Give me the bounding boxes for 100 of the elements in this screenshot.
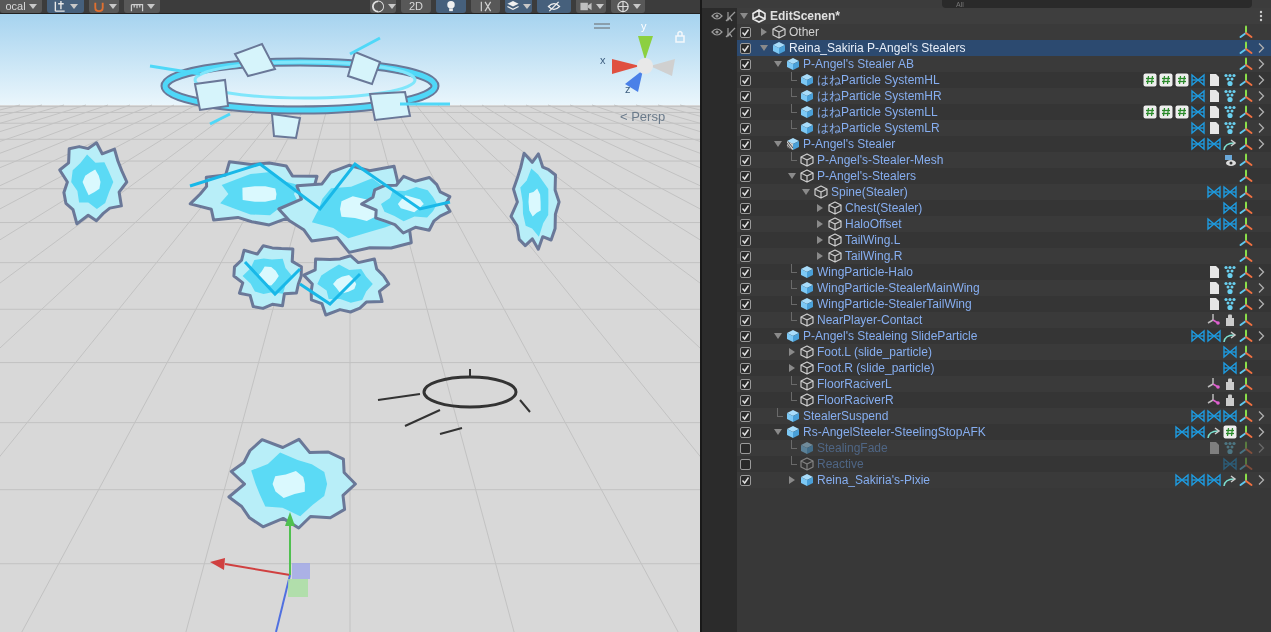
hierarchy-row[interactable]: Foot.R (slide_particle)	[737, 360, 1271, 376]
hierarchy-row[interactable]: P-Angel's-Stealers	[737, 168, 1271, 184]
chevron-right-icon[interactable]	[1257, 298, 1265, 310]
collapsed-arrow-icon[interactable]	[815, 219, 825, 229]
hierarchy-row[interactable]: FloorRaciverL	[737, 376, 1271, 392]
hierarchy-row[interactable]: P-Angel's-Stealer-Mesh	[737, 152, 1271, 168]
active-checkbox[interactable]	[740, 458, 751, 470]
chevron-right-icon[interactable]	[1257, 474, 1265, 486]
expanded-arrow-icon[interactable]	[801, 187, 811, 197]
hierarchy-row[interactable]: Chest(Stealer)	[737, 200, 1271, 216]
active-checkbox[interactable]	[740, 298, 751, 310]
toolbar-toggle-button[interactable]	[436, 0, 466, 13]
active-checkbox[interactable]	[740, 378, 751, 390]
chevron-right-icon[interactable]	[1257, 410, 1265, 422]
eye-icon[interactable]	[711, 27, 723, 37]
hierarchy-row[interactable]: HaloOffset	[737, 216, 1271, 232]
eye-icon[interactable]	[711, 11, 723, 21]
hierarchy-row[interactable]: Other	[737, 24, 1271, 40]
active-checkbox[interactable]	[740, 234, 751, 246]
hierarchy-row[interactable]: WingParticle-Halo	[737, 264, 1271, 280]
collapsed-arrow-icon[interactable]	[787, 475, 797, 485]
hierarchy-row[interactable]: WingParticle-StealerMainWing	[737, 280, 1271, 296]
active-checkbox[interactable]	[740, 154, 751, 166]
active-checkbox[interactable]	[740, 282, 751, 294]
chevron-right-icon[interactable]	[1257, 266, 1265, 278]
active-checkbox[interactable]	[740, 42, 751, 54]
chevron-right-icon[interactable]	[1257, 426, 1265, 438]
hierarchy-row[interactable]: はねParticle SystemLR	[737, 120, 1271, 136]
active-checkbox[interactable]	[740, 106, 751, 118]
active-checkbox[interactable]	[740, 314, 751, 326]
toolbar-dropdown-button[interactable]	[47, 0, 84, 13]
hierarchy-row[interactable]: Spine(Stealer)	[737, 184, 1271, 200]
chevron-right-icon[interactable]	[1257, 42, 1265, 54]
active-checkbox[interactable]	[740, 186, 751, 198]
collapsed-arrow-icon[interactable]	[787, 363, 797, 373]
toolbar-dropdown-button[interactable]	[576, 0, 606, 13]
toolbar-dropdown-button[interactable]	[370, 0, 396, 13]
expanded-arrow-icon[interactable]	[759, 43, 769, 53]
active-checkbox[interactable]	[740, 74, 751, 86]
more-options-icon[interactable]	[1259, 10, 1263, 22]
hierarchy-row[interactable]: Foot.L (slide_particle)	[737, 344, 1271, 360]
expanded-arrow-icon[interactable]	[773, 427, 783, 437]
hierarchy-row[interactable]: WingParticle-StealerTailWing	[737, 296, 1271, 312]
active-checkbox[interactable]	[740, 58, 751, 70]
hierarchy-row[interactable]: はねParticle SystemLL	[737, 104, 1271, 120]
pivot-dropdown[interactable]: ocal	[0, 0, 42, 13]
selected-hierarchy-row[interactable]: Reina_Sakiria P-Angel's Stealers	[737, 40, 1271, 56]
expanded-arrow-icon[interactable]	[773, 139, 783, 149]
hierarchy-row[interactable]: P-Angel's Stealer AB	[737, 56, 1271, 72]
active-checkbox[interactable]	[740, 138, 751, 150]
mode-toggle-button[interactable]: 2D	[401, 0, 431, 13]
projection-label[interactable]: < Persp	[620, 110, 666, 123]
toolbar-dropdown-button[interactable]	[89, 0, 119, 13]
chevron-right-icon[interactable]	[1257, 330, 1265, 342]
hierarchy-row[interactable]: TailWing.R	[737, 248, 1271, 264]
collapsed-arrow-icon[interactable]	[815, 251, 825, 261]
hierarchy-row[interactable]: FloorRaciverR	[737, 392, 1271, 408]
hierarchy-row[interactable]: TailWing.L	[737, 232, 1271, 248]
hierarchy-row[interactable]: StealerSuspend	[737, 408, 1271, 424]
active-checkbox[interactable]	[740, 170, 751, 182]
expanded-arrow-icon[interactable]	[773, 331, 783, 341]
toolbar-dropdown-button[interactable]	[611, 0, 645, 13]
active-checkbox[interactable]	[740, 346, 751, 358]
chevron-right-icon[interactable]	[1257, 74, 1265, 86]
active-checkbox[interactable]	[740, 250, 751, 262]
collapsed-arrow-icon[interactable]	[787, 347, 797, 357]
chevron-right-icon[interactable]	[1257, 122, 1265, 134]
active-checkbox[interactable]	[740, 394, 751, 406]
collapsed-arrow-icon[interactable]	[815, 235, 825, 245]
active-checkbox[interactable]	[740, 362, 751, 374]
expanded-arrow-icon[interactable]	[739, 11, 749, 21]
collapsed-arrow-icon[interactable]	[815, 203, 825, 213]
hierarchy-row[interactable]: P-Angel's Stealer	[737, 136, 1271, 152]
toolbar-toggle-button[interactable]	[471, 0, 500, 13]
hierarchy-row[interactable]: P-Angel's Stealeing SlideParticle	[737, 328, 1271, 344]
active-checkbox[interactable]	[740, 90, 751, 102]
hierarchy-row[interactable]: はねParticle SystemHL	[737, 72, 1271, 88]
hierarchy-row[interactable]: Reina_Sakiria's-Pixie	[737, 472, 1271, 488]
toolbar-dropdown-button[interactable]	[124, 0, 160, 13]
active-checkbox[interactable]	[740, 266, 751, 278]
chevron-right-icon[interactable]	[1257, 90, 1265, 102]
active-checkbox[interactable]	[740, 474, 751, 486]
hierarchy-row[interactable]: Rs-AngelSteeler-SteelingStopAFK	[737, 424, 1271, 440]
toolbar-dropdown-button[interactable]	[505, 0, 532, 13]
chevron-right-icon[interactable]	[1257, 106, 1265, 118]
active-checkbox[interactable]	[740, 202, 751, 214]
expanded-arrow-icon[interactable]	[787, 171, 797, 181]
active-checkbox[interactable]	[740, 218, 751, 230]
collapsed-arrow-icon[interactable]	[759, 27, 769, 37]
toolbar-toggle-button[interactable]	[537, 0, 571, 13]
orientation-gizmo[interactable]	[612, 36, 675, 92]
active-checkbox[interactable]	[740, 26, 751, 38]
chevron-right-icon[interactable]	[1257, 138, 1265, 150]
chevron-right-icon[interactable]	[1257, 282, 1265, 294]
scene-header-row[interactable]: EditScenen*	[737, 8, 1271, 24]
chevron-right-icon[interactable]	[1257, 58, 1265, 70]
hierarchy-row[interactable]: はねParticle SystemHR	[737, 88, 1271, 104]
active-checkbox[interactable]	[740, 330, 751, 342]
active-checkbox[interactable]	[740, 442, 751, 454]
hierarchy-row[interactable]: NearPlayer-Contact	[737, 312, 1271, 328]
